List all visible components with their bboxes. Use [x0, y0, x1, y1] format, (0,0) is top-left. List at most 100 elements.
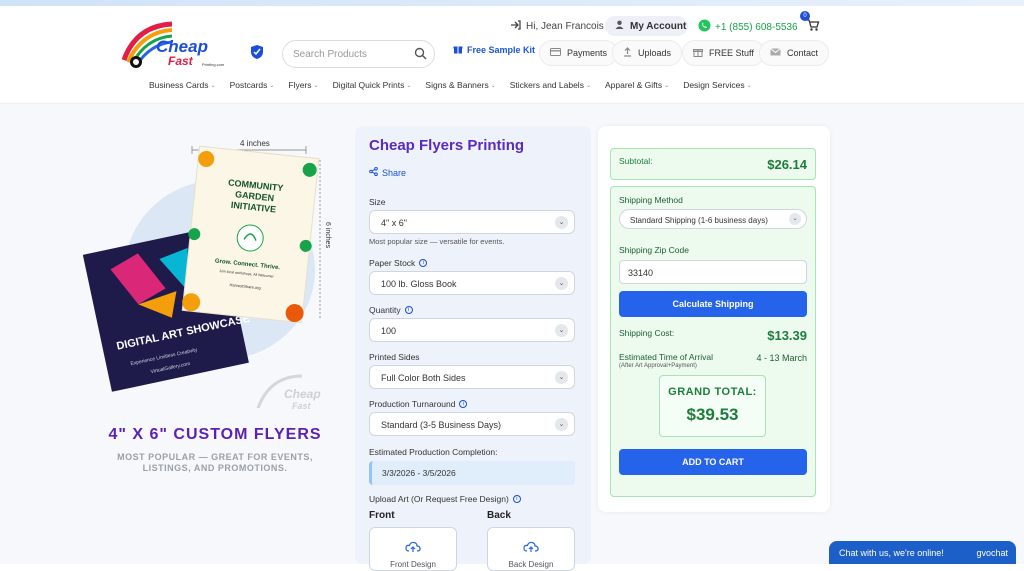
nav-flyers[interactable]: Flyers ⌄ [288, 80, 318, 90]
svg-text:Cheap: Cheap [284, 387, 321, 401]
my-account-button[interactable]: My Account [605, 16, 688, 36]
size-hint: Most popular size — versatile for events… [369, 237, 505, 246]
info-icon[interactable]: i [459, 400, 468, 408]
paper-stock-label: Paper Stock i [369, 258, 428, 268]
cart-count-badge: 0 [800, 11, 810, 21]
nav-postcards[interactable]: Postcards ⌄ [230, 80, 275, 90]
eta-note: (After Art Approval+Payment) [619, 363, 697, 369]
payments-link[interactable]: Payments [539, 40, 619, 66]
chevron-down-icon: ⌄ [406, 82, 412, 89]
shipping-box: Shipping Method Standard Shipping (1-6 b… [610, 186, 816, 497]
subtotal-value: $26.14 [767, 157, 807, 172]
share-icon [369, 167, 378, 178]
shipping-method-select[interactable]: Standard Shipping (1-6 business days) ⌄ [619, 209, 807, 229]
info-icon[interactable]: i [404, 306, 413, 314]
sign-in-icon [510, 20, 521, 33]
cart-button[interactable]: 0 [800, 11, 822, 36]
info-icon[interactable]: i [512, 495, 521, 503]
estimated-completion-value: 3/3/2026 - 3/5/2026 [369, 461, 575, 485]
shipping-method-label: Shipping Method [619, 195, 683, 205]
site-header: Cheap Fast Printing.com Hi, Jean Francoi… [0, 6, 1024, 104]
eta-label: Estimated Time of Arrival [619, 352, 714, 362]
front-upload-button[interactable]: Front Design [369, 527, 457, 571]
phone-link[interactable]: +1 (855) 608-5536 [698, 19, 798, 35]
product-options-panel: Cheap Flyers Printing Share Size 4" x 6"… [355, 126, 591, 571]
main-nav: Business Cards ⌄ Postcards ⌄ Flyers ⌄ Digit… [140, 80, 766, 90]
uploads-link[interactable]: Uploads [612, 40, 683, 66]
chevron-down-icon: ⌄ [746, 82, 752, 89]
chat-widget[interactable]: Chat with us, we're online! gvochat [829, 541, 1016, 564]
nav-digital-quick-prints[interactable]: Digital Quick Prints ⌄ [333, 80, 412, 90]
chevron-down-icon: ⌄ [555, 418, 568, 431]
eta-value: 4 - 13 March [756, 353, 807, 363]
quantity-select[interactable]: 100 ⌄ [369, 318, 575, 342]
cloud-upload-icon [405, 540, 421, 558]
mail-icon [770, 48, 781, 58]
chevron-down-icon: ⌄ [789, 213, 801, 225]
chevron-down-icon: ⌄ [585, 82, 591, 89]
shipping-cost-value: $13.39 [767, 328, 807, 343]
hero-subtitle: MOST POPULAR — GREAT FOR EVENTS, LISTING… [117, 452, 313, 473]
shipping-cost-label: Shipping Cost: [619, 328, 675, 338]
size-select[interactable]: 4" x 6" ⌄ [369, 210, 575, 234]
whatsapp-icon [698, 19, 711, 35]
shield-icon [250, 44, 264, 60]
svg-text:Fast: Fast [168, 54, 194, 68]
svg-text:6 inches: 6 inches [324, 222, 331, 249]
free-stuff-link[interactable]: FREE Stuff [682, 40, 765, 66]
subtotal-box: Subtotal: $26.14 [610, 148, 816, 180]
quantity-label: Quantity i [369, 305, 413, 315]
info-icon[interactable]: i [419, 259, 428, 267]
front-label: Front [369, 510, 395, 521]
zip-code-input[interactable]: 33140 [619, 260, 807, 284]
svg-text:Printing.com: Printing.com [202, 62, 225, 67]
card-icon [550, 48, 561, 58]
nav-stickers-labels[interactable]: Stickers and Labels ⌄ [510, 80, 591, 90]
calculate-shipping-button[interactable]: Calculate Shipping [619, 291, 807, 317]
user-icon [615, 20, 624, 32]
chevron-down-icon: ⌄ [210, 82, 216, 89]
chevron-down-icon: ⌄ [555, 216, 568, 229]
chevron-down-icon: ⌄ [313, 82, 319, 89]
zip-code-label: Shipping Zip Code [619, 245, 689, 255]
gift-icon [693, 47, 703, 59]
chevron-down-icon: ⌄ [664, 82, 670, 89]
share-link[interactable]: Share [369, 167, 406, 178]
turnaround-label: Production Turnaround i [369, 399, 468, 409]
paper-stock-select[interactable]: 100 lb. Gloss Book ⌄ [369, 271, 575, 295]
back-upload-button[interactable]: Back Design [487, 527, 575, 571]
add-to-cart-button[interactable]: ADD TO CART [619, 449, 807, 475]
order-summary-card: Subtotal: $26.14 Shipping Method Standar… [598, 126, 830, 512]
chat-brand: gvochat [976, 548, 1008, 558]
search-input[interactable]: Search Products [282, 40, 435, 68]
hero-title: 4" X 6" CUSTOM FLYERS [108, 426, 322, 443]
upload-art-label: Upload Art (Or Request Free Design) i [369, 494, 521, 504]
printed-sides-select[interactable]: Full Color Both Sides ⌄ [369, 365, 575, 389]
nav-business-cards[interactable]: Business Cards ⌄ [149, 80, 216, 90]
svg-text:4 inches: 4 inches [240, 139, 270, 148]
size-label: Size [369, 197, 386, 207]
cart-icon [806, 19, 820, 36]
contact-link[interactable]: Contact [759, 40, 830, 66]
page-title: Cheap Flyers Printing [369, 137, 525, 154]
cloud-upload-icon [523, 540, 539, 558]
turnaround-select[interactable]: Standard (3-5 Business Days) ⌄ [369, 412, 575, 436]
grand-total-box: GRAND TOTAL: $39.53 [659, 375, 766, 437]
estimated-completion-label: Estimated Production Completion: [369, 447, 498, 457]
site-logo[interactable]: Cheap Fast Printing.com [116, 20, 240, 74]
nav-apparel-gifts[interactable]: Apparel & Gifts ⌄ [605, 80, 669, 90]
chevron-down-icon: ⌄ [269, 82, 275, 89]
grand-total-value: $39.53 [686, 405, 739, 424]
svg-text:Fast: Fast [292, 401, 312, 411]
nav-design-services[interactable]: Design Services ⌄ [683, 80, 751, 90]
search-icon[interactable] [414, 47, 427, 65]
user-greeting[interactable]: Hi, Jean Francois [510, 20, 604, 33]
chevron-down-icon: ⌄ [555, 324, 568, 337]
upload-icon [623, 47, 632, 59]
free-sample-kit-link[interactable]: Free Sample Kit [453, 44, 535, 56]
product-image: 4 inches 6 inches DIGITAL ART SHOWCASE E… [80, 130, 350, 420]
back-label: Back [487, 510, 511, 521]
nav-signs-banners[interactable]: Signs & Banners ⌄ [425, 80, 495, 90]
printed-sides-label: Printed Sides [369, 352, 420, 362]
chevron-down-icon: ⌄ [555, 371, 568, 384]
